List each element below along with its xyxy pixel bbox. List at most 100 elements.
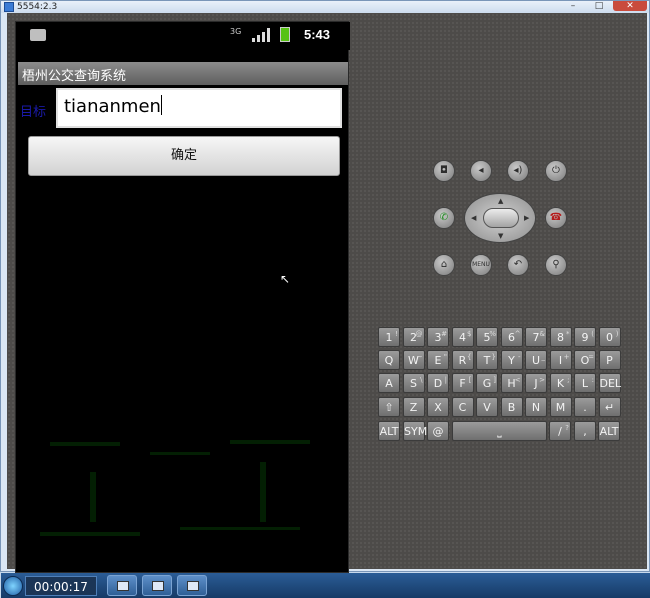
key[interactable]: K;	[549, 373, 572, 393]
key-alt-label: [	[468, 376, 472, 384]
back-button-icon[interactable]: ↶	[507, 254, 529, 276]
key-alt-label: _	[541, 353, 546, 361]
key[interactable]: F[	[451, 373, 474, 393]
target-input[interactable]: tiananmen	[56, 88, 342, 128]
key[interactable]: @	[427, 421, 449, 441]
key[interactable]: W ~	[402, 350, 425, 370]
key[interactable]: I +	[549, 350, 572, 370]
key[interactable]: /?	[549, 421, 571, 441]
key-alt-label: <	[514, 376, 521, 384]
key[interactable]: SYM	[403, 421, 427, 441]
key[interactable]: Q	[378, 350, 400, 370]
mouse-pointer-icon: ↖	[280, 272, 291, 286]
key[interactable]: X	[427, 397, 449, 417]
key-label: V	[483, 401, 491, 414]
dpad-down-icon[interactable]: ▼	[498, 232, 503, 240]
key[interactable]: L:	[574, 373, 596, 393]
key-label: X	[434, 401, 442, 414]
key-alt-label: &	[539, 330, 545, 338]
key[interactable]: S \	[402, 373, 425, 393]
key[interactable]: .	[574, 397, 596, 417]
menu-button[interactable]: MENU	[470, 254, 492, 276]
call-button-icon[interactable]: ✆	[433, 207, 455, 229]
key[interactable]: 6 ^	[500, 327, 523, 347]
key-alt-label: $	[467, 330, 472, 338]
maximize-button[interactable]: □	[587, 1, 611, 11]
key[interactable]: A	[378, 373, 400, 393]
key[interactable]: 3 #	[427, 327, 449, 347]
volume-down-button-icon[interactable]: ◂	[470, 160, 492, 182]
key[interactable]: D |	[427, 373, 449, 393]
key[interactable]: 9(	[574, 327, 596, 347]
hardware-keyboard: 1! 2 @3 #4 $5% 6 ^ 7 & 8 * 9(0) Q W ~ E " R{T} Y - U _ I + O = P A S…	[376, 325, 624, 445]
key-label: S	[410, 377, 417, 390]
power-button-icon[interactable]: ⏻	[545, 160, 567, 182]
key-label: J	[534, 377, 538, 390]
key[interactable]: J >	[525, 373, 547, 393]
key[interactable]: G]	[476, 373, 498, 393]
key[interactable]: R{	[451, 350, 474, 370]
key[interactable]: 8 *	[549, 327, 572, 347]
end-call-button-icon[interactable]: ☎	[545, 207, 567, 229]
dpad-center-button[interactable]	[483, 208, 519, 228]
key[interactable]: ↵	[598, 397, 621, 417]
taskbar-app-1[interactable]	[107, 575, 137, 596]
dpad[interactable]: ▲ ▼ ◀ ▶	[464, 193, 536, 243]
taskbar-app-3[interactable]	[177, 575, 207, 596]
start-button-icon[interactable]	[3, 576, 23, 596]
key[interactable]: B	[500, 397, 523, 417]
search-button-icon[interactable]: ⚲	[545, 254, 567, 276]
key[interactable]: 1!	[378, 327, 400, 347]
window-titlebar[interactable]: 5554:2.3 – □ ✕	[1, 1, 649, 13]
key[interactable]: T}	[476, 350, 498, 370]
key[interactable]: V	[476, 397, 498, 417]
key-label: D	[433, 377, 443, 390]
key[interactable]: ⇧	[378, 397, 400, 417]
key-alt-label: ^	[514, 330, 521, 338]
volume-up-button-icon[interactable]: ◂)	[507, 160, 529, 182]
key[interactable]: O =	[574, 350, 596, 370]
screen-ghost-artifact	[30, 432, 330, 562]
key[interactable]: 4 $	[451, 327, 474, 347]
key[interactable]: C	[451, 397, 474, 417]
key-label: ⇧	[384, 401, 394, 414]
key[interactable]: 5%	[476, 327, 498, 347]
key[interactable]: DEL	[598, 373, 621, 393]
confirm-button[interactable]: 确定	[28, 136, 340, 176]
key[interactable]: E "	[427, 350, 449, 370]
target-input-value: tiananmen	[64, 96, 161, 117]
key[interactable]: 0)	[598, 327, 621, 347]
key[interactable]: P	[598, 350, 621, 370]
app-icon	[4, 2, 14, 12]
home-button-icon[interactable]: ⌂	[433, 254, 455, 276]
close-button[interactable]: ✕	[613, 1, 647, 11]
message-icon	[30, 29, 46, 41]
key-label: ⎵	[497, 425, 502, 438]
key-label: C	[458, 401, 467, 414]
target-label: 目标	[20, 105, 47, 120]
key[interactable]: ALT	[378, 421, 400, 441]
key[interactable]: 7 &	[525, 327, 547, 347]
minimize-button[interactable]: –	[561, 1, 585, 11]
key-label: P	[606, 354, 613, 367]
key-label: U	[531, 354, 541, 367]
taskbar-app-2[interactable]	[142, 575, 172, 596]
key[interactable]: Z	[402, 397, 425, 417]
key[interactable]: Y-	[500, 350, 523, 370]
key-label: @	[432, 425, 444, 438]
key[interactable]: N	[525, 397, 547, 417]
camera-button-icon[interactable]: ◘	[433, 160, 455, 182]
key[interactable]: ALT	[598, 421, 620, 441]
key[interactable]: 2 @	[402, 327, 425, 347]
key-alt-label: +	[563, 353, 570, 361]
key[interactable]: U _	[525, 350, 547, 370]
dpad-right-icon[interactable]: ▶	[524, 214, 529, 222]
key-label: L	[581, 377, 589, 390]
dpad-left-icon[interactable]: ◀	[471, 214, 476, 222]
dpad-up-icon[interactable]: ▲	[498, 197, 503, 205]
key[interactable]: ,	[574, 421, 596, 441]
key-alt-label: "	[443, 353, 447, 361]
key[interactable]: M	[549, 397, 572, 417]
key[interactable]: ⎵	[452, 421, 547, 441]
key[interactable]: H <	[500, 373, 523, 393]
